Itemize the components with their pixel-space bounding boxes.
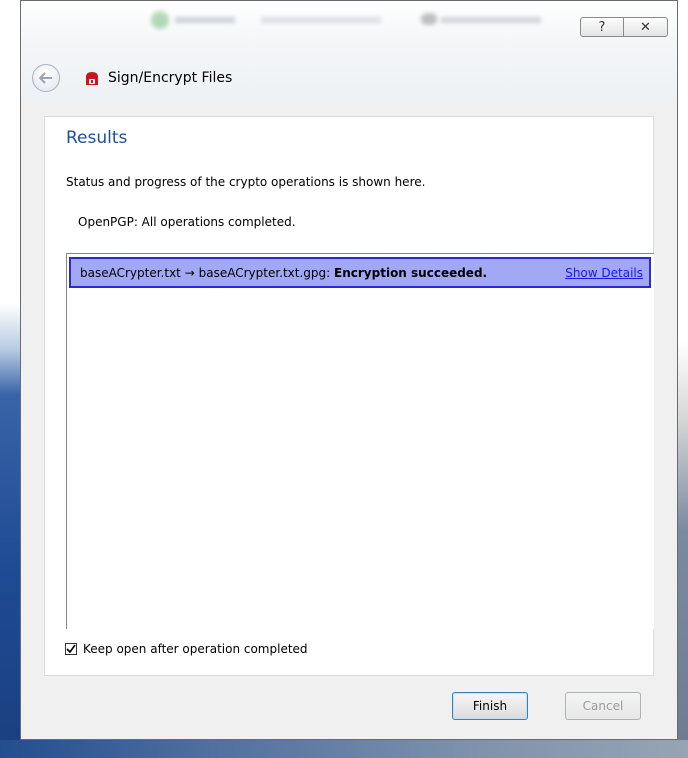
keep-open-checkbox[interactable] — [65, 643, 77, 655]
show-details-link[interactable]: Show Details — [565, 266, 643, 280]
close-icon: ✕ — [640, 19, 651, 35]
desktop-background-left — [0, 0, 20, 758]
source-file: baseACrypter.txt — [80, 265, 181, 280]
title-bar: ? ✕ Sign/Encrypt Files — [21, 1, 677, 101]
dialog-title: Sign/Encrypt Files — [108, 70, 233, 86]
caption-buttons: ? ✕ — [580, 17, 668, 37]
back-button[interactable] — [32, 64, 60, 92]
finish-button[interactable]: Finish — [452, 692, 528, 720]
status-description: Status and progress of the crypto operat… — [66, 175, 426, 189]
results-list[interactable]: baseACrypter.txt → baseACrypter.txt.gpg:… — [66, 253, 654, 629]
result-status: Encryption succeeded. — [334, 265, 488, 280]
help-button[interactable]: ? — [580, 17, 624, 37]
keep-open-option[interactable]: Keep open after operation completed — [65, 642, 308, 656]
back-arrow-icon — [39, 72, 52, 84]
help-icon: ? — [598, 19, 606, 35]
checkmark-icon — [66, 644, 76, 654]
blurred-background-content — [141, 9, 561, 31]
cancel-button[interactable]: Cancel — [565, 692, 641, 720]
kleopatra-app-icon — [86, 72, 98, 85]
result-row[interactable]: baseACrypter.txt → baseACrypter.txt.gpg:… — [69, 257, 651, 288]
taskbar-strip — [0, 740, 688, 758]
desktop-background-right — [678, 0, 688, 758]
page-title: Results — [66, 128, 128, 148]
result-text: baseACrypter.txt → baseACrypter.txt.gpg:… — [80, 266, 565, 280]
arrow-icon: → — [184, 265, 195, 280]
sign-encrypt-dialog: ? ✕ Sign/Encrypt Files Results Status an… — [20, 0, 678, 740]
openpgp-status: OpenPGP: All operations completed. — [78, 215, 296, 229]
results-panel: Results Status and progress of the crypt… — [44, 116, 654, 676]
close-button[interactable]: ✕ — [624, 17, 668, 37]
target-file: baseACrypter.txt.gpg: — [198, 265, 331, 280]
keep-open-label: Keep open after operation completed — [83, 642, 308, 656]
